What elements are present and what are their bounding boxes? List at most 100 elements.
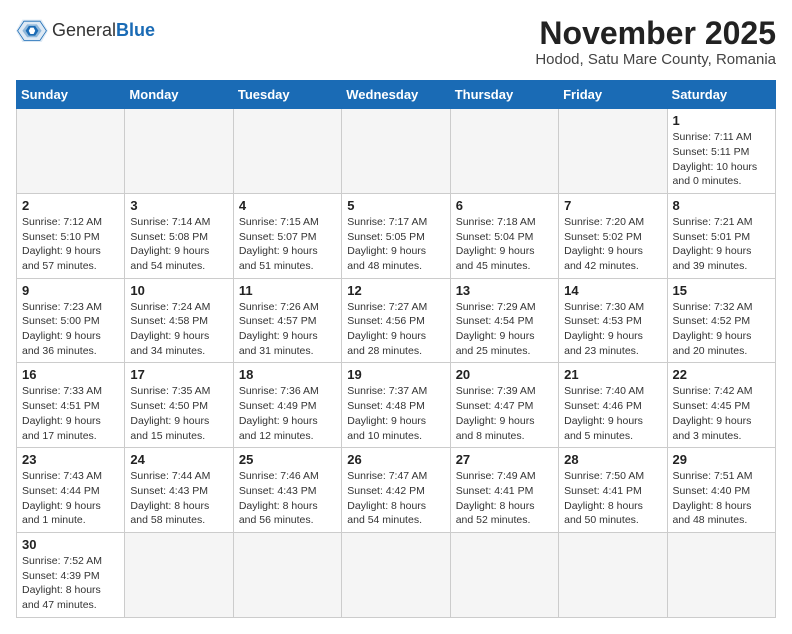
day-number: 25 xyxy=(239,452,336,467)
calendar-table: SundayMondayTuesdayWednesdayThursdayFrid… xyxy=(16,80,776,618)
day-info: Sunrise: 7:43 AM Sunset: 4:44 PM Dayligh… xyxy=(22,470,102,526)
calendar-cell xyxy=(342,109,450,194)
weekday-header-thursday: Thursday xyxy=(450,81,558,109)
calendar-cell: 18Sunrise: 7:36 AM Sunset: 4:49 PM Dayli… xyxy=(233,363,341,448)
calendar-cell xyxy=(342,532,450,617)
calendar-cell: 6Sunrise: 7:18 AM Sunset: 5:04 PM Daylig… xyxy=(450,193,558,278)
calendar-cell: 15Sunrise: 7:32 AM Sunset: 4:52 PM Dayli… xyxy=(667,278,775,363)
day-number: 5 xyxy=(347,198,444,213)
day-info: Sunrise: 7:27 AM Sunset: 4:56 PM Dayligh… xyxy=(347,301,427,357)
day-info: Sunrise: 7:51 AM Sunset: 4:40 PM Dayligh… xyxy=(673,470,753,526)
calendar-cell: 26 Sunrise: 7:47 AM Sunset: 4:42 PM Dayli… xyxy=(342,448,450,533)
calendar-week-row: 16Sunrise: 7:33 AM Sunset: 4:51 PM Dayli… xyxy=(17,363,776,448)
calendar-week-row: 30 Sunrise: 7:52 AM Sunset: 4:39 PM Dayli… xyxy=(17,532,776,617)
day-info: Sunrise: 7:50 AM Sunset: 4:41 PM Dayligh… xyxy=(564,470,644,526)
day-info: Sunrise: 7:23 AM Sunset: 5:00 PM Dayligh… xyxy=(22,301,102,357)
calendar-cell xyxy=(17,109,125,194)
weekday-header-saturday: Saturday xyxy=(667,81,775,109)
day-number: 19 xyxy=(347,367,444,382)
calendar-cell xyxy=(450,109,558,194)
day-info: Sunrise: 7:36 AM Sunset: 4:49 PM Dayligh… xyxy=(239,385,319,441)
calendar-cell: 4 Sunrise: 7:15 AM Sunset: 5:07 PM Daylig… xyxy=(233,193,341,278)
title-block: November 2025 Hodod, Satu Mare County, R… xyxy=(535,16,776,68)
generalblue-logo-icon xyxy=(16,16,48,44)
calendar-cell: 29 Sunrise: 7:51 AM Sunset: 4:40 PM Dayli… xyxy=(667,448,775,533)
calendar-cell: 27 Sunrise: 7:49 AM Sunset: 4:41 PM Dayli… xyxy=(450,448,558,533)
day-number: 6 xyxy=(456,198,553,213)
day-number: 28 xyxy=(564,452,661,467)
day-info: Sunrise: 7:20 AM Sunset: 5:02 PM Dayligh… xyxy=(564,216,644,272)
day-number: 22 xyxy=(673,367,770,382)
page-header: GeneralBlue November 2025 Hodod, Satu Ma… xyxy=(16,16,776,68)
calendar-cell xyxy=(233,532,341,617)
day-info: Sunrise: 7:37 AM Sunset: 4:48 PM Dayligh… xyxy=(347,385,427,441)
calendar-cell: 19 Sunrise: 7:37 AM Sunset: 4:48 PM Dayli… xyxy=(342,363,450,448)
day-info: Sunrise: 7:47 AM Sunset: 4:42 PM Dayligh… xyxy=(347,470,427,526)
day-info: Sunrise: 7:46 AM Sunset: 4:43 PM Dayligh… xyxy=(239,470,319,526)
day-number: 10 xyxy=(130,283,227,298)
day-info: Sunrise: 7:49 AM Sunset: 4:41 PM Dayligh… xyxy=(456,470,536,526)
day-info: Sunrise: 7:29 AM Sunset: 4:54 PM Dayligh… xyxy=(456,301,536,357)
calendar-cell xyxy=(559,109,667,194)
day-number: 29 xyxy=(673,452,770,467)
calendar-cell: 22 Sunrise: 7:42 AM Sunset: 4:45 PM Dayli… xyxy=(667,363,775,448)
day-info: Sunrise: 7:52 AM Sunset: 4:39 PM Dayligh… xyxy=(22,555,102,611)
calendar-cell: 21Sunrise: 7:40 AM Sunset: 4:46 PM Dayli… xyxy=(559,363,667,448)
day-number: 26 xyxy=(347,452,444,467)
day-number: 23 xyxy=(22,452,119,467)
day-number: 2 xyxy=(22,198,119,213)
calendar-cell: 23 Sunrise: 7:43 AM Sunset: 4:44 PM Dayli… xyxy=(17,448,125,533)
day-info: Sunrise: 7:17 AM Sunset: 5:05 PM Dayligh… xyxy=(347,216,427,272)
day-number: 14 xyxy=(564,283,661,298)
day-info: Sunrise: 7:42 AM Sunset: 4:45 PM Dayligh… xyxy=(673,385,753,441)
logo-text-block: GeneralBlue xyxy=(52,20,155,41)
day-info: Sunrise: 7:14 AM Sunset: 5:08 PM Dayligh… xyxy=(130,216,210,272)
weekday-header-wednesday: Wednesday xyxy=(342,81,450,109)
day-info: Sunrise: 7:24 AM Sunset: 4:58 PM Dayligh… xyxy=(130,301,210,357)
calendar-cell: 11Sunrise: 7:26 AM Sunset: 4:57 PM Dayli… xyxy=(233,278,341,363)
day-number: 9 xyxy=(22,283,119,298)
calendar-cell: 25 Sunrise: 7:46 AM Sunset: 4:43 PM Dayli… xyxy=(233,448,341,533)
weekday-header-monday: Monday xyxy=(125,81,233,109)
calendar-cell: 5 Sunrise: 7:17 AM Sunset: 5:05 PM Daylig… xyxy=(342,193,450,278)
day-number: 21 xyxy=(564,367,661,382)
weekday-header-sunday: Sunday xyxy=(17,81,125,109)
day-info: Sunrise: 7:32 AM Sunset: 4:52 PM Dayligh… xyxy=(673,301,753,357)
calendar-cell: 1Sunrise: 7:11 AM Sunset: 5:11 PM Daylig… xyxy=(667,109,775,194)
day-number: 4 xyxy=(239,198,336,213)
day-number: 8 xyxy=(673,198,770,213)
calendar-cell: 17Sunrise: 7:35 AM Sunset: 4:50 PM Dayli… xyxy=(125,363,233,448)
weekday-header-friday: Friday xyxy=(559,81,667,109)
day-number: 30 xyxy=(22,537,119,552)
calendar-cell: 3 Sunrise: 7:14 AM Sunset: 5:08 PM Daylig… xyxy=(125,193,233,278)
day-info: Sunrise: 7:39 AM Sunset: 4:47 PM Dayligh… xyxy=(456,385,536,441)
day-info: Sunrise: 7:26 AM Sunset: 4:57 PM Dayligh… xyxy=(239,301,319,357)
day-info: Sunrise: 7:21 AM Sunset: 5:01 PM Dayligh… xyxy=(673,216,753,272)
weekday-header-tuesday: Tuesday xyxy=(233,81,341,109)
day-number: 13 xyxy=(456,283,553,298)
day-info: Sunrise: 7:35 AM Sunset: 4:50 PM Dayligh… xyxy=(130,385,210,441)
day-number: 3 xyxy=(130,198,227,213)
day-number: 24 xyxy=(130,452,227,467)
calendar-cell: 13 Sunrise: 7:29 AM Sunset: 4:54 PM Dayli… xyxy=(450,278,558,363)
calendar-cell xyxy=(233,109,341,194)
day-info: Sunrise: 7:44 AM Sunset: 4:43 PM Dayligh… xyxy=(130,470,210,526)
calendar-cell: 8 Sunrise: 7:21 AM Sunset: 5:01 PM Daylig… xyxy=(667,193,775,278)
day-number: 16 xyxy=(22,367,119,382)
calendar-week-row: 2 Sunrise: 7:12 AM Sunset: 5:10 PM Daylig… xyxy=(17,193,776,278)
day-number: 20 xyxy=(456,367,553,382)
day-info: Sunrise: 7:12 AM Sunset: 5:10 PM Dayligh… xyxy=(22,216,102,272)
calendar-cell: 30 Sunrise: 7:52 AM Sunset: 4:39 PM Dayli… xyxy=(17,532,125,617)
calendar-cell xyxy=(125,109,233,194)
calendar-cell xyxy=(450,532,558,617)
location-subtitle: Hodod, Satu Mare County, Romania xyxy=(535,51,776,68)
calendar-cell xyxy=(667,532,775,617)
calendar-cell: 2 Sunrise: 7:12 AM Sunset: 5:10 PM Daylig… xyxy=(17,193,125,278)
calendar-cell: 28 Sunrise: 7:50 AM Sunset: 4:41 PM Dayli… xyxy=(559,448,667,533)
day-number: 27 xyxy=(456,452,553,467)
calendar-cell: 7Sunrise: 7:20 AM Sunset: 5:02 PM Daylig… xyxy=(559,193,667,278)
logo-blue-text: Blue xyxy=(116,20,155,41)
month-year-title: November 2025 xyxy=(535,16,776,51)
calendar-cell xyxy=(125,532,233,617)
day-info: Sunrise: 7:15 AM Sunset: 5:07 PM Dayligh… xyxy=(239,216,319,272)
